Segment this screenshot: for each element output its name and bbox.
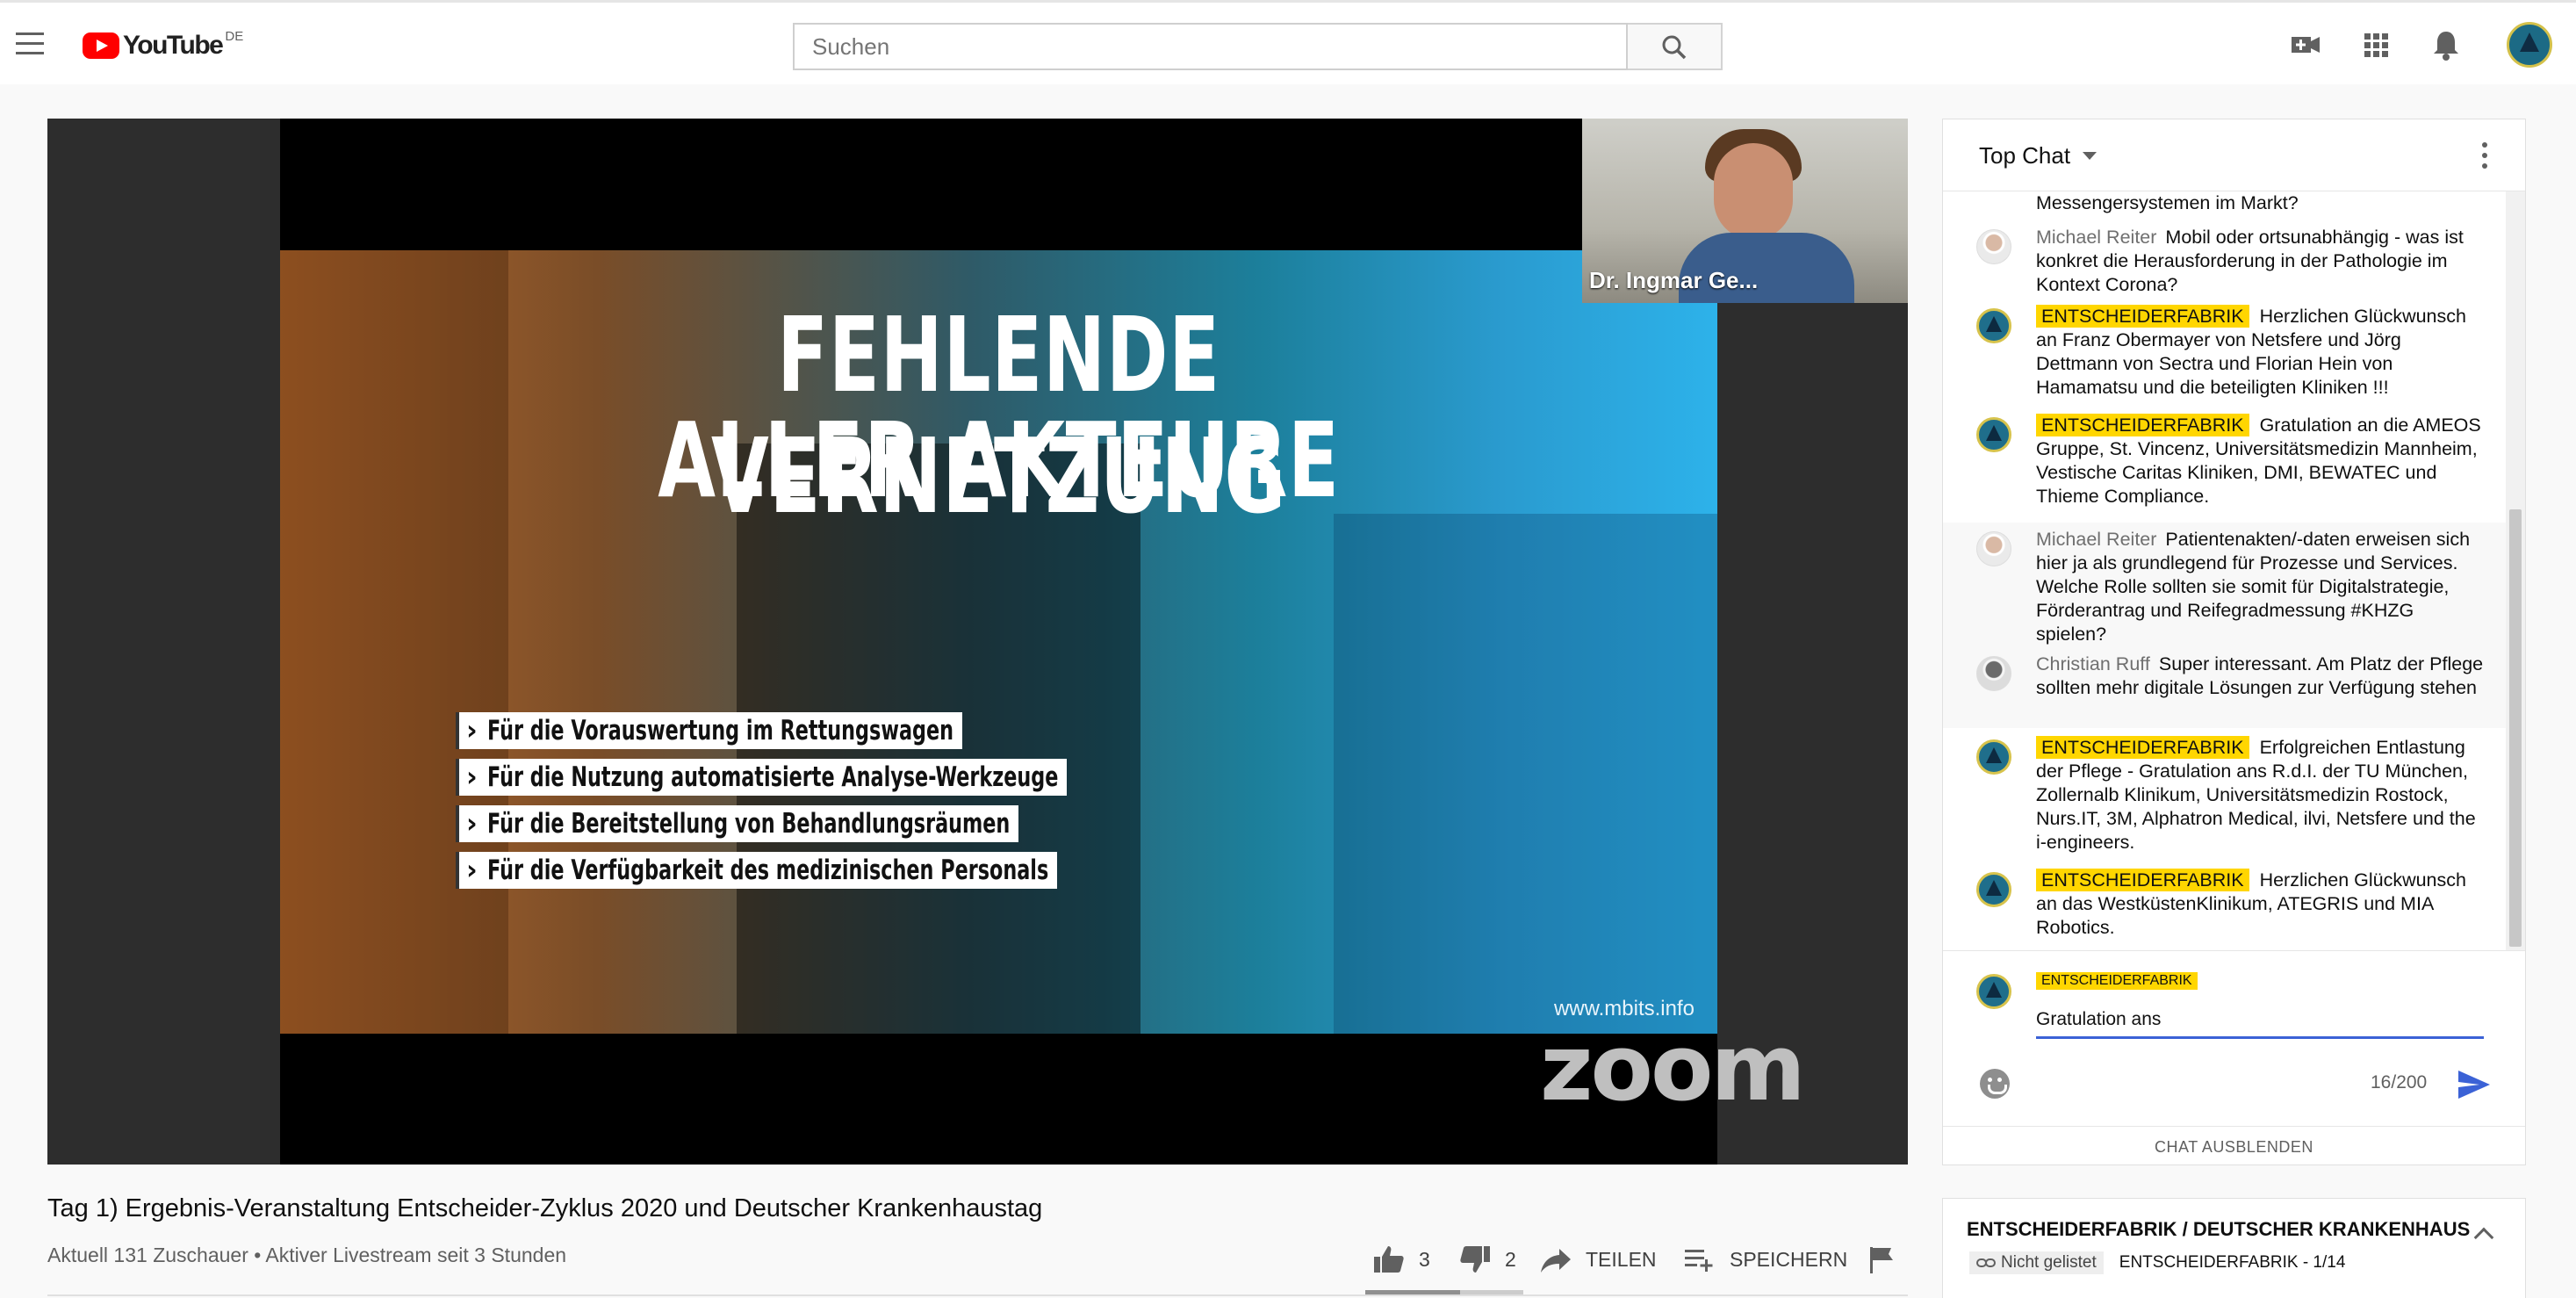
playlist-position: ENTSCHEIDERFABRIK - 1/14 (2119, 1253, 2346, 1272)
chevron-up-icon[interactable] (2473, 1227, 2494, 1248)
composer-author-badge: ENTSCHEIDERFABRIK (2036, 972, 2198, 990)
chat-message: ENTSCHEIDERFABRIK Gratulation an die AMEO… (1943, 414, 2506, 508)
add-to-playlist-icon (1685, 1250, 1713, 1272)
owner-badge[interactable]: ENTSCHEIDERFABRIK (2036, 869, 2249, 891)
chat-message-list[interactable]: Messengersystemen im Markt? Michael Reit… (1943, 191, 2525, 950)
thumbs-up-icon (1374, 1246, 1404, 1273)
share-label: TEILEN (1586, 1247, 1657, 1271)
live-chat: Top Chat Messengersystemen im Markt? Mic… (1942, 119, 2526, 1165)
slide-title-line2: ALLER AKTEURE (658, 400, 1340, 521)
character-count: 16/200 (2371, 1072, 2428, 1092)
share-icon (1541, 1249, 1571, 1273)
search-button[interactable] (1628, 23, 1723, 70)
chat-author[interactable]: Michael Reiter (2036, 227, 2156, 248)
channel-avatar (1976, 974, 2011, 1009)
speaker-face (1714, 143, 1793, 240)
speaker-webcam: Dr. Ingmar Ge... (1582, 119, 1908, 303)
chat-message-text: Messengersystemen im Markt? (2036, 192, 2299, 213)
zoom-logo: zoom (1540, 1014, 1806, 1121)
slide-bullet: › Für die Vorauswertung im Rettungswagen (456, 712, 962, 749)
like-button[interactable]: 3 (1371, 1240, 1430, 1279)
owner-badge[interactable]: ENTSCHEIDERFABRIK (2036, 414, 2249, 436)
video-player[interactable]: FEHLENDE VERNETZUNG ALLER AKTEURE › Für … (47, 119, 1908, 1165)
slide-bullet: › Für die Nutzung automatisierte Analyse… (456, 759, 1068, 796)
info-divider (47, 1294, 1908, 1296)
chat-input[interactable] (2036, 1002, 2484, 1039)
video-meta: Aktuell 131 Zuschauer • Aktiver Livestre… (47, 1244, 567, 1266)
chevron-down-icon[interactable] (2083, 152, 2097, 160)
more-options-icon[interactable] (2482, 142, 2487, 169)
chat-message: Michael Reiter Mobil oder ortsunabhängig … (1943, 226, 2506, 297)
youtube-play-icon (83, 32, 119, 59)
search-icon (1662, 35, 1687, 60)
hide-chat-button[interactable]: CHAT AUSBLENDEN (1943, 1126, 2525, 1166)
chat-author[interactable]: Michael Reiter (2036, 529, 2156, 550)
save-button[interactable]: SPEICHERN (1682, 1240, 1847, 1279)
search-input[interactable] (795, 25, 1626, 69)
chat-message: ENTSCHEIDERFABRIK Erfolgreichen Entlastun… (1943, 736, 2506, 855)
search-box (793, 23, 1628, 70)
channel-avatar[interactable] (1976, 739, 2011, 775)
chat-scrollbar[interactable] (2506, 191, 2525, 950)
youtube-logo[interactable]: YouTube DE (83, 29, 243, 62)
share-button[interactable]: TEILEN (1538, 1240, 1657, 1279)
menu-icon[interactable] (16, 32, 44, 55)
save-label: SPEICHERN (1730, 1247, 1848, 1271)
slide-shade-right (1334, 514, 1717, 1034)
logo-wordmark: YouTube (123, 31, 224, 60)
account-avatar[interactable] (2507, 22, 2552, 68)
owner-badge[interactable]: ENTSCHEIDERFABRIK (2036, 305, 2249, 328)
visibility-badge: Nicht gelistet (1969, 1251, 2104, 1274)
chat-scrollbar-thumb[interactable] (2509, 509, 2522, 947)
user-avatar[interactable] (1976, 531, 2011, 566)
visibility-label: Nicht gelistet (2001, 1253, 2097, 1272)
chat-message: Christian Ruff Super interessant. Am Plat… (1943, 653, 2506, 728)
slide-bullet: › Für die Bereitstellung von Behandlungs… (456, 805, 1019, 842)
owner-badge[interactable]: ENTSCHEIDERFABRIK (2036, 736, 2249, 759)
chat-header: Top Chat (1943, 119, 2525, 191)
slide-bullet: › Für die Verfügbarkeit des medizinische… (456, 852, 1058, 889)
emoji-icon[interactable] (1980, 1069, 2010, 1099)
channel-avatar[interactable] (1976, 308, 2011, 343)
channel-avatar[interactable] (1976, 417, 2011, 452)
link-icon (1976, 1258, 1996, 1267)
chat-message: ENTSCHEIDERFABRIK Herzlichen Glückwunsch … (1943, 869, 2506, 940)
notifications-icon[interactable] (2428, 27, 2464, 62)
speaker-name: Dr. Ingmar Ge... (1589, 267, 1759, 293)
presentation-slide: FEHLENDE VERNETZUNG ALLER AKTEURE › Für … (280, 250, 1717, 1034)
user-avatar[interactable] (1976, 229, 2011, 264)
dislike-button[interactable]: 2 (1457, 1240, 1516, 1279)
channel-avatar[interactable] (1976, 872, 2011, 907)
video-title: Tag 1) Ergebnis-Veranstaltung Entscheide… (47, 1194, 1043, 1222)
thumbs-down-icon (1460, 1246, 1490, 1273)
like-count: 3 (1419, 1247, 1430, 1271)
playlist-panel: ENTSCHEIDERFABRIK / DEUTSCHER KRANKENHAU… (1942, 1198, 2526, 1298)
flag-icon (1870, 1247, 1893, 1273)
apps-icon[interactable] (2358, 27, 2393, 62)
create-video-icon[interactable] (2288, 27, 2323, 62)
playlist-subtitle: Nicht gelistet ENTSCHEIDERFABRIK - 1/14 (1969, 1251, 2345, 1274)
chat-message: Messengersystemen im Markt? (1943, 191, 2506, 215)
country-code: DE (225, 29, 244, 44)
slide-shade-left (280, 250, 508, 1034)
user-avatar[interactable] (1976, 656, 2011, 691)
playlist-title[interactable]: ENTSCHEIDERFABRIK / DEUTSCHER KRANKENHAU… (1967, 1218, 2470, 1241)
chat-message: ENTSCHEIDERFABRIK Herzlichen Glückwunsch … (1943, 305, 2506, 400)
chat-message: Michael Reiter Patientenakten/-daten erwe… (1943, 523, 2506, 653)
chat-composer: ENTSCHEIDERFABRIK 16/200 (1943, 950, 2525, 1126)
dislike-count: 2 (1505, 1247, 1516, 1271)
chat-author[interactable]: Christian Ruff (2036, 653, 2150, 674)
top-bar: YouTube DE (0, 0, 2576, 84)
chat-mode-selector[interactable]: Top Chat (1979, 142, 2070, 169)
report-button[interactable] (1865, 1240, 1900, 1279)
send-icon[interactable] (2457, 1069, 2492, 1100)
